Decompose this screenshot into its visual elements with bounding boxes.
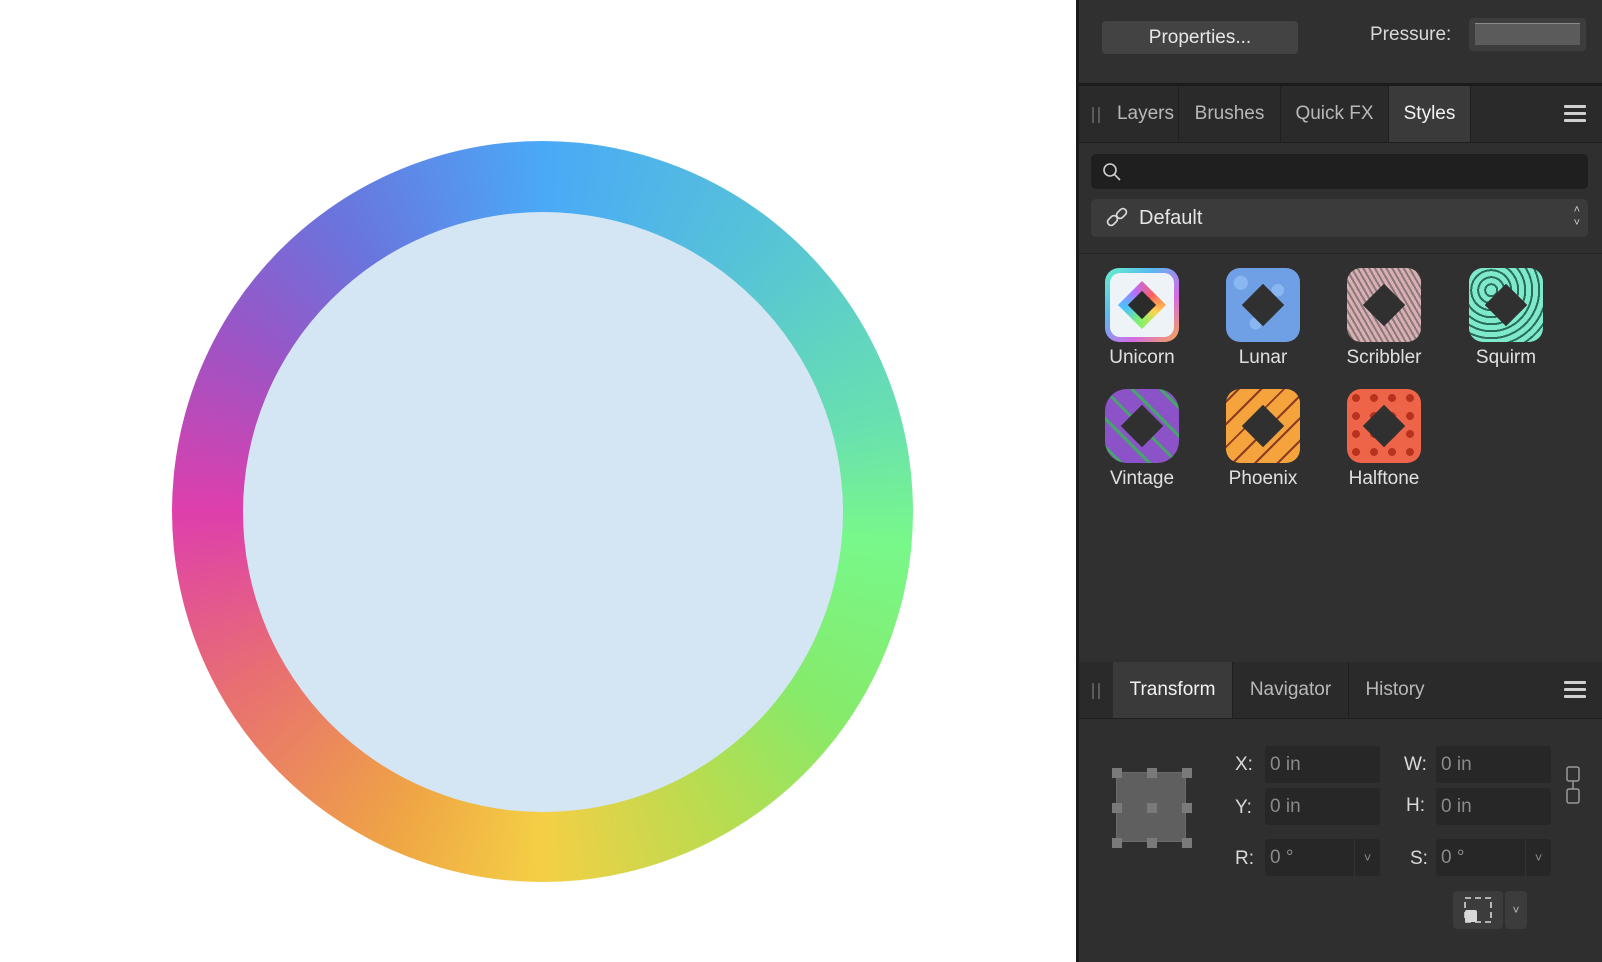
context-toolbar: Properties... Pressure:	[1079, 0, 1602, 86]
rotation-field[interactable]: 0 ° ˅	[1265, 839, 1380, 876]
pressure-label: Pressure:	[1370, 24, 1452, 45]
selection-frame-icon	[1464, 897, 1492, 923]
chevron-down-icon[interactable]: ˅	[1525, 839, 1551, 876]
link-icon	[1106, 207, 1128, 227]
category-label: Default	[1139, 207, 1203, 229]
scribbler-thumbnail	[1347, 268, 1421, 342]
style-label: Phoenix	[1228, 468, 1298, 489]
halftone-thumbnail	[1347, 389, 1421, 463]
bottom-panel-tabbar: Transform Navigator History	[1079, 662, 1602, 719]
h-label: H:	[1406, 795, 1425, 816]
panel-menu-icon[interactable]	[1564, 681, 1586, 699]
style-label: Unicorn	[1109, 347, 1175, 368]
squirm-thumbnail	[1469, 268, 1543, 342]
inner-circle-shape[interactable]	[243, 212, 843, 812]
s-label: S:	[1410, 848, 1428, 869]
r-label: R:	[1235, 848, 1254, 869]
drag-grip-icon[interactable]	[1092, 107, 1100, 123]
x-field[interactable]: 0 in	[1265, 746, 1380, 783]
transform-origin-button[interactable]	[1453, 891, 1503, 929]
style-item-halftone[interactable]: Halftone	[1334, 389, 1434, 490]
style-item-vintage[interactable]: Vintage	[1092, 389, 1192, 490]
tab-styles[interactable]: Styles	[1389, 86, 1471, 142]
tab-brushes[interactable]: Brushes	[1179, 86, 1281, 142]
properties-button[interactable]: Properties...	[1102, 21, 1298, 54]
styles-grid: Unicorn Lunar Scribbler Squirm Vintage P…	[1079, 253, 1602, 659]
tab-quick-fx[interactable]: Quick FX	[1281, 86, 1389, 142]
pressure-curve-preview	[1475, 23, 1580, 45]
lunar-thumbnail	[1226, 268, 1300, 342]
lock-aspect-link-icon[interactable]	[1565, 765, 1581, 805]
h-field[interactable]: 0 in	[1436, 788, 1551, 825]
tab-navigator[interactable]: Navigator	[1233, 662, 1349, 718]
style-item-squirm[interactable]: Squirm	[1456, 268, 1556, 369]
chevron-down-icon[interactable]: ˅	[1505, 891, 1527, 929]
style-label: Vintage	[1109, 468, 1175, 489]
styles-category-dropdown[interactable]: Default ˄ ˅	[1091, 199, 1588, 237]
chevron-updown-icon: ˄ ˅	[1573, 204, 1580, 229]
w-field[interactable]: 0 in	[1436, 746, 1551, 783]
style-label: Halftone	[1348, 468, 1420, 489]
pressure-control[interactable]	[1469, 18, 1586, 51]
styles-search-input[interactable]	[1091, 154, 1588, 189]
tab-layers[interactable]: Layers	[1113, 86, 1179, 142]
style-label: Scribbler	[1346, 347, 1422, 368]
studio-panel: Properties... Pressure: Layers Brushes Q…	[1076, 0, 1602, 962]
search-icon	[1103, 163, 1121, 181]
style-item-unicorn[interactable]: Unicorn	[1092, 268, 1192, 369]
w-label: W:	[1404, 754, 1427, 775]
panel-menu-icon[interactable]	[1564, 105, 1586, 123]
style-item-phoenix[interactable]: Phoenix	[1213, 389, 1313, 490]
top-panel-tabbar: Layers Brushes Quick FX Styles	[1079, 86, 1602, 143]
shear-field[interactable]: 0 ° ˅	[1436, 839, 1551, 876]
phoenix-thumbnail	[1226, 389, 1300, 463]
chevron-down-icon[interactable]: ˅	[1354, 839, 1380, 876]
style-label: Squirm	[1475, 347, 1537, 368]
unicorn-thumbnail	[1105, 268, 1179, 342]
x-label: X:	[1235, 754, 1253, 775]
shear-value: 0 °	[1441, 847, 1465, 868]
drag-grip-icon[interactable]	[1092, 683, 1100, 699]
tab-history[interactable]: History	[1349, 662, 1441, 718]
anchor-point-selector[interactable]	[1112, 768, 1192, 848]
style-label: Lunar	[1238, 347, 1288, 368]
y-field[interactable]: 0 in	[1265, 788, 1380, 825]
style-item-scribbler[interactable]: Scribbler	[1334, 268, 1434, 369]
document-canvas[interactable]	[0, 0, 1076, 962]
transform-panel: X: 0 in W: 0 in Y: 0 in H: 0 in R: 0 ° ˅…	[1079, 719, 1602, 962]
tab-transform[interactable]: Transform	[1113, 662, 1233, 718]
rotation-value: 0 °	[1270, 847, 1294, 868]
style-item-lunar[interactable]: Lunar	[1213, 268, 1313, 369]
vintage-thumbnail	[1105, 389, 1179, 463]
y-label: Y:	[1235, 797, 1252, 818]
